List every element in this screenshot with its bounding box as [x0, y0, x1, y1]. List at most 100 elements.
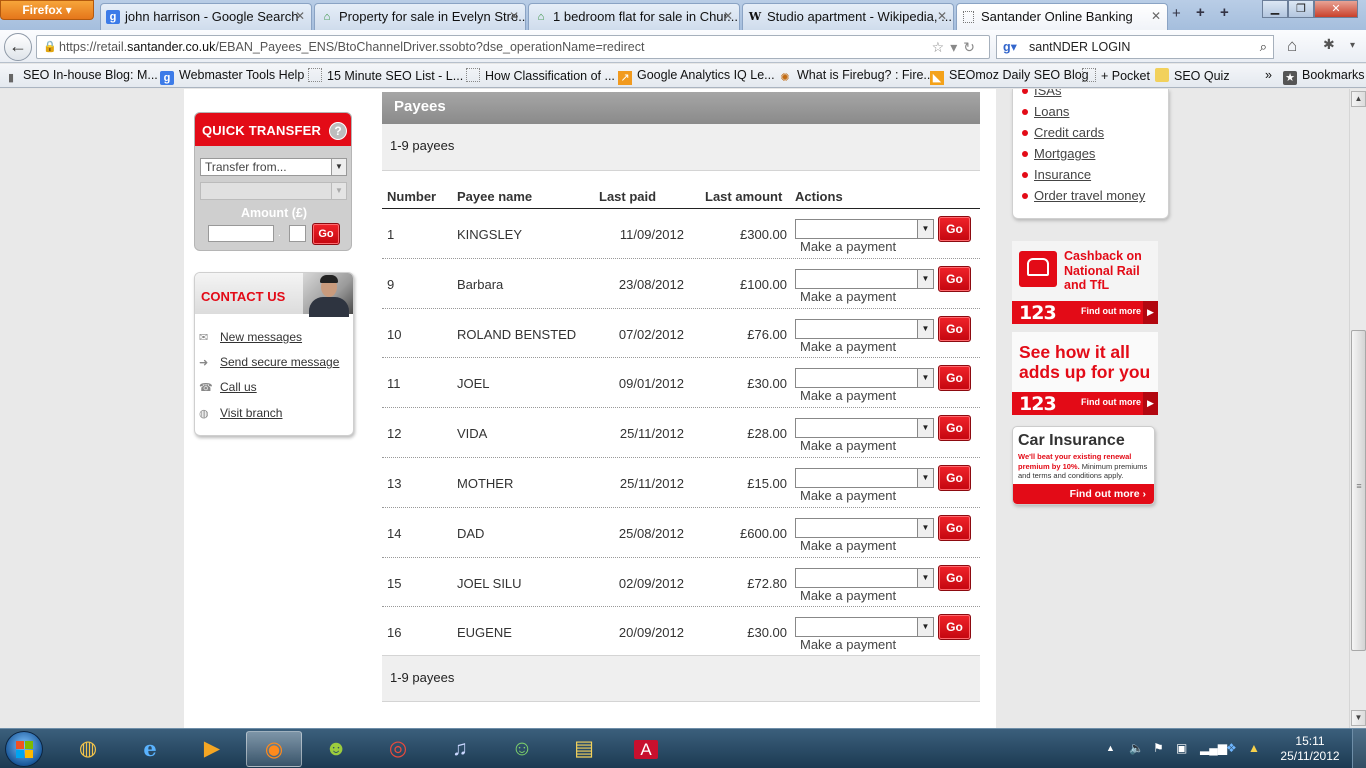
adds-up-promo[interactable]: See how it all adds up for you 123 Find …: [1012, 332, 1158, 415]
show-desktop-button[interactable]: [1352, 729, 1366, 768]
dropdown-icon[interactable]: ▾: [950, 39, 963, 55]
tray-expand-icon[interactable]: ▲: [1106, 743, 1115, 753]
credit-cards-link[interactable]: Credit cards: [1034, 125, 1104, 140]
vertical-scrollbar[interactable]: ▲ ≡ ▼: [1349, 89, 1366, 728]
transfer-from-select[interactable]: Transfer from... ▼: [200, 158, 347, 176]
help-icon[interactable]: ?: [329, 122, 347, 140]
mortgages-link[interactable]: Mortgages: [1034, 146, 1095, 161]
payee-action-select[interactable]: Make a payment ▼: [795, 268, 934, 304]
cashback-promo[interactable]: Cashback on National Rail and TfL 123 Fi…: [1012, 241, 1158, 324]
taskbar-chrome[interactable]: ◎: [370, 731, 426, 767]
home-icon[interactable]: ⌂: [1287, 36, 1297, 56]
scroll-up-arrow-icon[interactable]: ▲: [1351, 91, 1366, 107]
payee-action-select[interactable]: Make a payment ▼: [795, 567, 934, 603]
bookmark-item[interactable]: How Classification of ...: [466, 68, 615, 83]
bookmark-item[interactable]: ↗ Google Analytics IQ Le...: [618, 68, 775, 85]
maximize-icon[interactable]: ❐: [1288, 0, 1314, 18]
find-out-more-link[interactable]: Find out more: [1081, 397, 1141, 407]
payee-go-button[interactable]: Go: [938, 216, 971, 242]
payee-go-button[interactable]: Go: [938, 464, 971, 491]
dropbox-icon[interactable]: ❖: [1226, 741, 1237, 755]
add-icon[interactable]: +: [1220, 4, 1229, 21]
order-travel-money-link[interactable]: Order travel money: [1034, 188, 1145, 203]
bookmark-item[interactable]: SEO Quiz: [1155, 68, 1230, 83]
taskbar-bird-app[interactable]: ☻: [308, 731, 364, 767]
insurance-link[interactable]: Insurance: [1034, 167, 1091, 182]
system-clock[interactable]: 15:11 25/11/2012: [1280, 734, 1340, 764]
find-out-more-link[interactable]: Find out more: [1081, 306, 1141, 316]
car-insurance-promo[interactable]: Car Insurance We'll beat your existing r…: [1012, 426, 1155, 505]
bookmark-item[interactable]: ▮ SEO In-house Blog: M...: [4, 68, 158, 85]
payee-go-button[interactable]: Go: [938, 614, 971, 641]
firefox-menu-button[interactable]: Firefox ▾: [0, 0, 94, 20]
payee-go-button[interactable]: Go: [938, 564, 971, 591]
device-icon[interactable]: ▣: [1176, 741, 1187, 755]
taskbar-messenger[interactable]: ☺: [494, 731, 550, 767]
address-bar[interactable]: 🔒 https://retail.santander.co.uk/EBAN_Pa…: [36, 35, 990, 59]
tab-wikipedia[interactable]: W Studio apartment - Wikipedia, ... ✕: [742, 3, 954, 30]
action-center-flag-icon[interactable]: ⚑: [1153, 741, 1164, 755]
payee-go-button[interactable]: Go: [938, 315, 971, 342]
payee-action-select[interactable]: Make a payment ▼: [795, 467, 934, 503]
reload-icon[interactable]: ↻: [963, 39, 981, 55]
payee-go-button[interactable]: Go: [938, 514, 971, 541]
amount-pounds-input[interactable]: [208, 225, 274, 242]
taskbar-explorer[interactable]: ▤: [556, 731, 612, 767]
quick-transfer-go-button[interactable]: Go: [312, 223, 340, 245]
scroll-down-arrow-icon[interactable]: ▼: [1351, 710, 1366, 726]
new-tab-icon[interactable]: +: [1172, 5, 1181, 22]
taskbar-globe-app[interactable]: ◍: [60, 731, 116, 767]
taskbar-firefox[interactable]: ◉: [246, 731, 302, 767]
amount-pence-input[interactable]: [289, 225, 306, 242]
star-icon[interactable]: ☆: [932, 39, 951, 55]
window-close-icon[interactable]: ✕: [1314, 0, 1358, 18]
payee-go-button[interactable]: Go: [938, 265, 971, 292]
payee-action-select[interactable]: Make a payment ▼: [795, 368, 934, 403]
tab-flat-for-sale[interactable]: ⌂ 1 bedroom flat for sale in Chur... ✕: [528, 3, 740, 30]
bookmark-item[interactable]: g Webmaster Tools Help: [160, 68, 304, 85]
payee-action-select[interactable]: Make a payment ▼: [795, 418, 934, 453]
signal-icon[interactable]: ▂▄▆: [1200, 741, 1227, 755]
bookmark-item[interactable]: ◣ SEOmoz Daily SEO Blog: [930, 68, 1089, 85]
start-button[interactable]: [5, 731, 43, 767]
magnifier-icon[interactable]: ⌕: [1260, 36, 1267, 58]
close-icon[interactable]: ✕: [1151, 9, 1161, 23]
payee-action-select[interactable]: Make a payment ▼: [795, 617, 934, 652]
menu-dropdown-icon[interactable]: ▾: [1350, 40, 1355, 51]
payee-action-select[interactable]: Make a payment ▼: [795, 219, 934, 254]
bookmark-item[interactable]: 15 Minute SEO List - L...: [308, 68, 463, 83]
isas-link[interactable]: ISAs: [1034, 89, 1061, 98]
scroll-thumb[interactable]: ≡: [1351, 330, 1366, 651]
taskbar-adobe-reader[interactable]: A: [618, 731, 674, 767]
payee-action-select[interactable]: Make a payment ▼: [795, 517, 934, 553]
close-icon[interactable]: ✕: [723, 9, 733, 23]
volume-icon[interactable]: 🔈: [1129, 741, 1144, 755]
back-arrow-icon[interactable]: ←: [4, 33, 32, 61]
call-us-link[interactable]: ☎ Call us: [199, 380, 257, 394]
send-secure-message-link[interactable]: ➜ Send secure message: [199, 355, 339, 369]
transfer-to-select[interactable]: ▼: [200, 182, 347, 200]
tab-santander[interactable]: Santander Online Banking ✕: [956, 3, 1168, 31]
payee-action-select[interactable]: Make a payment ▼: [795, 318, 934, 354]
taskbar-internet-explorer[interactable]: e: [122, 731, 178, 767]
taskbar-itunes[interactable]: ♫: [432, 731, 488, 767]
google-drive-icon[interactable]: ▲: [1248, 741, 1260, 755]
bookmarks-overflow-button[interactable]: »: [1265, 68, 1272, 82]
close-icon[interactable]: ✕: [509, 9, 519, 23]
loans-link[interactable]: Loans: [1034, 104, 1069, 119]
find-out-more-link[interactable]: Find out more ›: [1013, 484, 1154, 504]
visit-branch-link[interactable]: ◍ Visit branch: [199, 406, 282, 420]
payee-go-button[interactable]: Go: [938, 365, 971, 392]
bookmarks-menu-button[interactable]: ★ Bookmarks: [1283, 68, 1365, 85]
addon-icon[interactable]: ✱: [1323, 36, 1335, 53]
tab-property-evelyn[interactable]: ⌂ Property for sale in Evelyn Stre... ✕: [314, 3, 526, 30]
taskbar-media-player[interactable]: ▶: [184, 731, 240, 767]
tab-google-search[interactable]: g john harrison - Google Search ✕: [100, 3, 312, 30]
search-input[interactable]: g▾ santNDER LOGIN ⌕: [996, 35, 1274, 59]
close-icon[interactable]: ✕: [295, 9, 305, 23]
new-tab-icon[interactable]: +: [1196, 4, 1205, 21]
payee-go-button[interactable]: Go: [938, 415, 971, 442]
new-messages-link[interactable]: ✉ New messages: [199, 330, 302, 344]
close-icon[interactable]: ✕: [937, 9, 947, 23]
bookmark-item[interactable]: ✺ What is Firebug? : Fire...: [778, 68, 933, 85]
